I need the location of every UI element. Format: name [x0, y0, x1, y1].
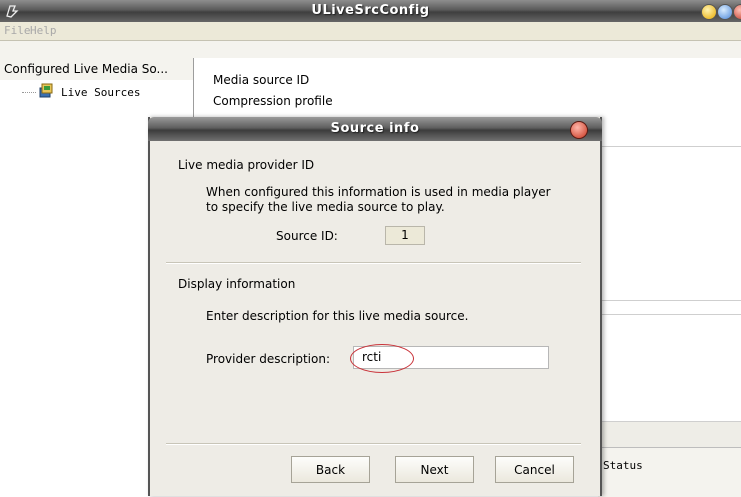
dialog-title: Source info: [330, 121, 420, 136]
status-bar: [598, 447, 741, 497]
next-button[interactable]: Next: [395, 456, 474, 483]
media-source-id-label: Media source ID: [213, 73, 310, 87]
display-info-section-title: Display information: [178, 277, 296, 291]
cancel-button[interactable]: Cancel: [495, 456, 574, 483]
maximize-button[interactable]: [717, 4, 733, 20]
source-id-label: Source ID:: [276, 229, 338, 243]
menu-bar: File Help: [0, 22, 741, 41]
menu-file[interactable]: File: [4, 24, 31, 37]
source-info-dialog: [148, 117, 602, 496]
provider-id-description-line1: When configured this information is used…: [206, 185, 551, 199]
dialog-title-bar[interactable]: Source info: [148, 117, 602, 141]
display-info-description: Enter description for this live media so…: [206, 309, 469, 323]
window-title: ULiveSrcConfig: [311, 3, 430, 18]
provider-description-input[interactable]: rcti: [353, 346, 549, 369]
tree-root-item[interactable]: Configured Live Media So...: [4, 62, 190, 76]
divider: [598, 314, 741, 315]
minimize-button[interactable]: [701, 4, 717, 20]
dialog-close-button[interactable]: [570, 121, 588, 139]
section-separator: [166, 262, 581, 264]
provider-id-description-line2: to specify the live media source to play…: [206, 200, 445, 214]
title-bar[interactable]: ULiveSrcConfig: [0, 0, 741, 22]
button-separator: [166, 443, 581, 445]
source-id-value: 1: [385, 226, 425, 245]
divider: [598, 300, 741, 301]
compression-profile-label: Compression profile: [213, 94, 333, 108]
details-band: [598, 421, 741, 448]
tree-connector: [22, 92, 36, 93]
main-window: ULiveSrcConfig File Help Configured Live…: [0, 0, 741, 497]
divider: [598, 146, 741, 147]
provider-description-label: Provider description:: [206, 352, 330, 366]
status-column-header[interactable]: Status: [603, 459, 643, 472]
menu-help[interactable]: Help: [30, 24, 57, 37]
provider-id-section-title: Live media provider ID: [178, 158, 315, 172]
live-sources-icon: [39, 83, 53, 98]
tree-item-live-sources[interactable]: Live Sources: [61, 86, 140, 99]
back-button[interactable]: Back: [291, 456, 370, 483]
